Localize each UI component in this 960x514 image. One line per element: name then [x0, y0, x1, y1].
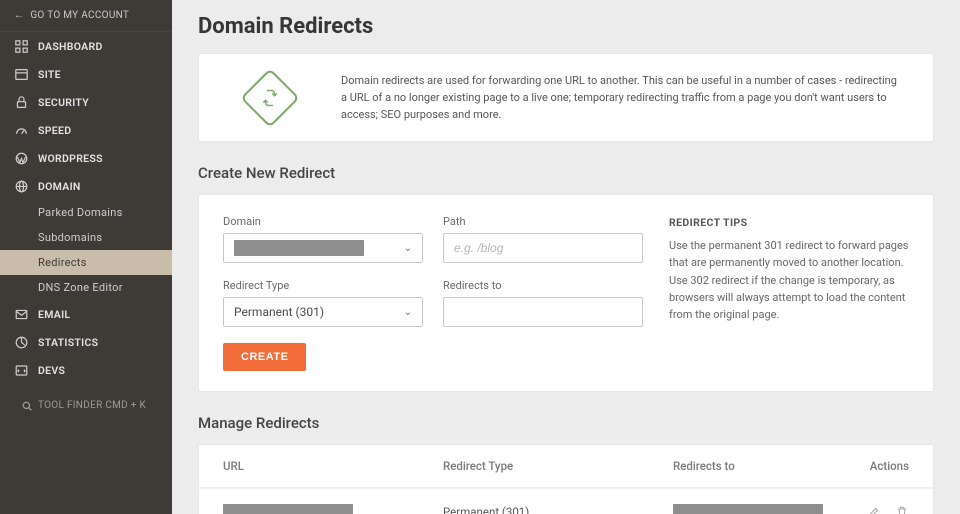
sidebar-item-label: Subdomains: [38, 231, 102, 244]
sidebar-item-email[interactable]: EMAIL: [0, 300, 172, 328]
sidebar-item-speed[interactable]: SPEED: [0, 116, 172, 144]
tool-finder[interactable]: TOOL FINDER CMD + K: [0, 390, 172, 421]
chevron-down-icon: ⌄: [404, 307, 412, 318]
redirect-tips-title: REDIRECT TIPS: [669, 215, 909, 231]
intro-text: Domain redirects are used for forwarding…: [341, 72, 897, 123]
path-label: Path: [443, 215, 643, 228]
create-redirect-card: Domain ⌄ Path Redirect Type: [198, 194, 934, 392]
wordpress-icon: [14, 151, 28, 165]
sidebar-item-parked-domains[interactable]: Parked Domains: [0, 200, 172, 225]
create-button[interactable]: CREATE: [223, 343, 306, 371]
trash-icon[interactable]: [895, 505, 909, 514]
search-icon: [22, 401, 32, 411]
stats-icon: [14, 335, 28, 349]
grid-icon: [14, 39, 28, 53]
sidebar-item-label: SPEED: [38, 124, 71, 137]
path-input[interactable]: [454, 241, 632, 255]
main-content: Domain Redirects Domain redirects are us…: [172, 0, 960, 514]
target-cell: [673, 504, 823, 514]
redirect-icon: [240, 68, 299, 127]
col-header-type: Redirect Type: [443, 459, 673, 473]
sidebar-item-label: DOMAIN: [38, 180, 81, 193]
create-redirect-heading: Create New Redirect: [198, 164, 934, 182]
gauge-icon: [14, 123, 28, 137]
sidebar-item-label: SECURITY: [38, 96, 89, 109]
table-header: URL Redirect Type Redirects to Actions: [199, 445, 933, 488]
chevron-down-icon: ⌄: [404, 243, 412, 254]
code-icon: [14, 363, 28, 377]
sidebar-item-dns-zone-editor[interactable]: DNS Zone Editor: [0, 275, 172, 300]
path-input-wrap: [443, 233, 643, 263]
account-link-label: GO TO MY ACCOUNT: [30, 10, 129, 21]
sidebar-item-domain[interactable]: DOMAIN: [0, 172, 172, 200]
sidebar-item-label: DEVS: [38, 364, 65, 377]
sidebar-item-statistics[interactable]: STATISTICS: [0, 328, 172, 356]
sidebar-item-label: SITE: [38, 68, 61, 81]
domain-select[interactable]: ⌄: [223, 233, 423, 263]
sidebar-item-label: Redirects: [38, 256, 87, 269]
sidebar-item-dashboard[interactable]: DASHBOARD: [0, 32, 172, 60]
sidebar-item-label: EMAIL: [38, 308, 70, 321]
sidebar-item-label: STATISTICS: [38, 336, 98, 349]
window-icon: [14, 67, 28, 81]
sidebar-item-site[interactable]: SITE: [0, 60, 172, 88]
url-cell: [223, 504, 353, 514]
manage-redirects-table: URL Redirect Type Redirects to Actions P…: [198, 444, 934, 514]
redirects-to-input-wrap: [443, 297, 643, 327]
tool-finder-label: TOOL FINDER CMD + K: [38, 400, 146, 411]
sidebar-item-label: WORDPRESS: [38, 152, 103, 165]
mail-icon: [14, 307, 28, 321]
redirect-type-select[interactable]: Permanent (301) ⌄: [223, 297, 423, 327]
redirect-type-value: Permanent (301): [234, 305, 404, 319]
redirect-tips-body: Use the permanent 301 redirect to forwar…: [669, 237, 909, 322]
redirect-tips: REDIRECT TIPS Use the permanent 301 redi…: [669, 215, 909, 371]
sidebar-item-label: DASHBOARD: [38, 40, 103, 53]
sidebar-item-label: DNS Zone Editor: [38, 281, 123, 294]
sidebar-item-label: Parked Domains: [38, 206, 123, 219]
redirect-type-label: Redirect Type: [223, 279, 423, 292]
type-cell: Permanent (301): [443, 505, 673, 514]
table-row: Permanent (301): [199, 488, 933, 514]
domain-label: Domain: [223, 215, 423, 228]
sidebar-item-security[interactable]: SECURITY: [0, 88, 172, 116]
manage-redirects-heading: Manage Redirects: [198, 414, 934, 432]
arrow-left-icon: ←: [14, 10, 24, 21]
col-header-actions: Actions: [829, 459, 909, 473]
sidebar-item-wordpress[interactable]: WORDPRESS: [0, 144, 172, 172]
globe-icon: [14, 179, 28, 193]
redirects-to-input[interactable]: [454, 305, 632, 319]
edit-icon[interactable]: [867, 505, 881, 514]
domain-select-value: [234, 240, 364, 256]
sidebar-item-redirects[interactable]: Redirects: [0, 250, 172, 275]
redirects-to-label: Redirects to: [443, 279, 643, 292]
sidebar-item-subdomains[interactable]: Subdomains: [0, 225, 172, 250]
sidebar: ← GO TO MY ACCOUNT DASHBOARD SITE SECURI…: [0, 0, 172, 514]
nav-list: DASHBOARD SITE SECURITY SPEED WORDPRESS: [0, 32, 172, 384]
go-to-account-link[interactable]: ← GO TO MY ACCOUNT: [0, 0, 172, 32]
col-header-url: URL: [223, 459, 443, 473]
lock-icon: [14, 95, 28, 109]
col-header-target: Redirects to: [673, 459, 829, 473]
page-title: Domain Redirects: [198, 14, 934, 39]
sidebar-item-devs[interactable]: DEVS: [0, 356, 172, 384]
intro-card: Domain redirects are used for forwarding…: [198, 53, 934, 142]
